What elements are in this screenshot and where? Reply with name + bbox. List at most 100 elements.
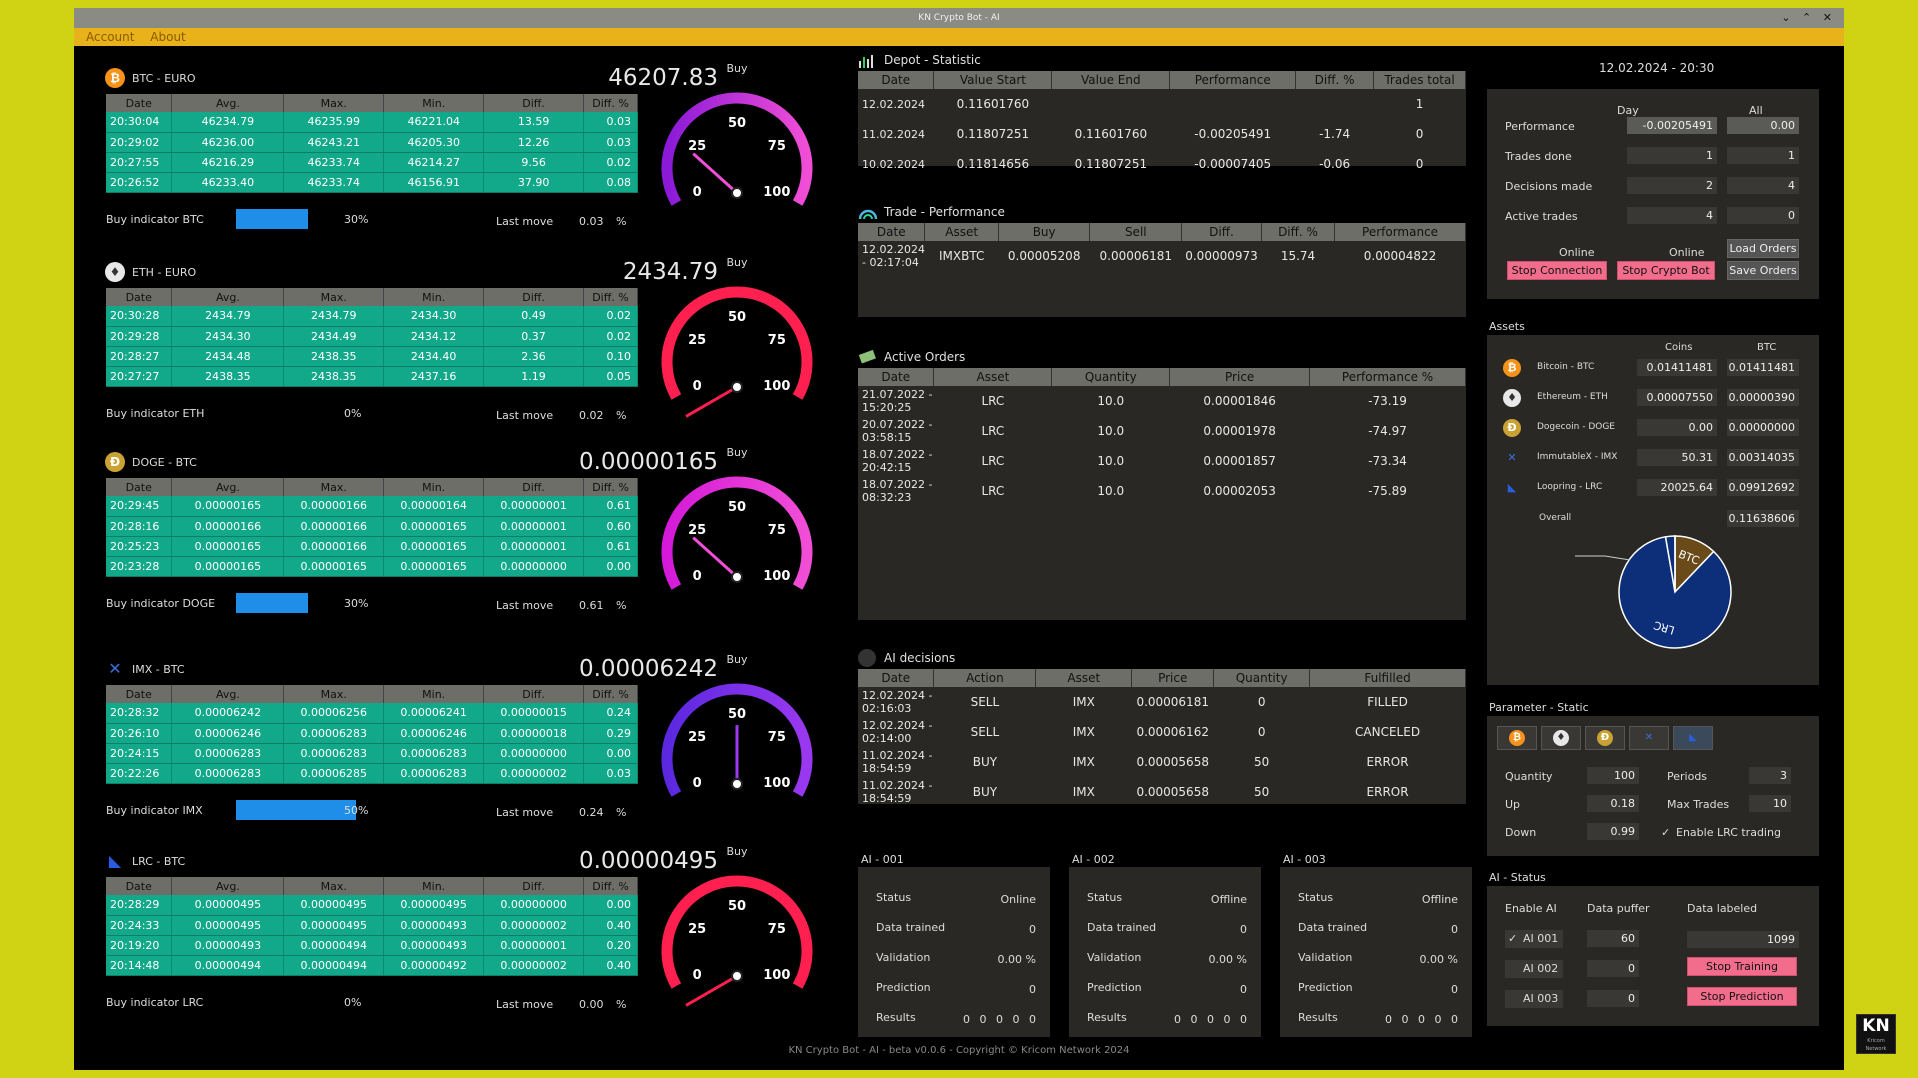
gauge-tick: 100 xyxy=(763,968,790,983)
table-cell: 0.00000494 xyxy=(283,935,385,956)
ai-col-labeled: Data labeled xyxy=(1687,902,1758,915)
window-controls[interactable]: ⌄ ⌃ ✕ xyxy=(1781,8,1836,28)
gauge-tick: 75 xyxy=(768,922,786,937)
menu-about[interactable]: About xyxy=(150,30,185,44)
param-tab-lrc[interactable]: ◣ xyxy=(1673,726,1713,750)
status-day: Online xyxy=(1559,246,1595,259)
ai-status-title: AI - Status xyxy=(1489,871,1546,884)
active-orders-panel: Date Asset Quantity Price Performance % 21.07… xyxy=(858,368,1466,620)
stop-prediction-button[interactable]: Stop Prediction xyxy=(1687,987,1797,1006)
param-tab-btc[interactable]: ₿ xyxy=(1497,726,1537,750)
maxtrades-input[interactable]: 10 xyxy=(1749,795,1791,812)
stop-bot-button[interactable]: Stop Crypto Bot xyxy=(1617,261,1715,280)
table-cell: 0.02 xyxy=(583,152,638,173)
gauge-hub xyxy=(731,571,743,583)
ai-enable-toggle[interactable]: ✓ AI 001 xyxy=(1505,930,1563,948)
ai-enable-toggle[interactable]: AI 003 xyxy=(1505,990,1563,1008)
table-cell: 0.60 xyxy=(583,516,638,537)
table-cell: 0.00000000 xyxy=(483,743,585,764)
datetime: 12.02.2024 - 20:30 xyxy=(1599,61,1715,75)
last-move-label: Last move xyxy=(496,806,554,819)
table-cell: 0.00000165 xyxy=(171,556,285,577)
column-header: Min. xyxy=(383,288,485,306)
pair-price-table: Date Avg. Max. Min. Diff. Diff. % 20:28:29 0.00… xyxy=(106,877,638,976)
gauge-tick: 25 xyxy=(688,523,706,538)
last-move-label: Last move xyxy=(496,998,554,1011)
asset-coins: 0.01411481 xyxy=(1637,359,1717,376)
ai-enable-toggle[interactable]: AI 002 xyxy=(1505,960,1563,978)
column-header: Performance xyxy=(1169,71,1297,89)
table-cell: 0.24 xyxy=(583,703,638,724)
table-cell: 0.00006162 xyxy=(1136,725,1209,739)
assets-panel: Coins BTC ₿ Bitcoin - BTC 0.01411481 0.0141… xyxy=(1487,335,1819,685)
menu-account[interactable]: Account xyxy=(86,30,134,44)
param-tab-imx[interactable]: ✕ xyxy=(1629,726,1669,750)
table-cell: -1.74 xyxy=(1319,127,1351,141)
ai-field-value: 0.00 % xyxy=(1419,953,1458,966)
periods-input[interactable]: 3 xyxy=(1749,767,1791,784)
save-orders-button[interactable]: Save Orders xyxy=(1727,261,1799,280)
stop-connection-button[interactable]: Stop Connection xyxy=(1507,261,1607,280)
table-cell: 20:19:20 xyxy=(106,935,173,956)
ai-name: AI 001 xyxy=(1523,932,1559,945)
table-cell: ERROR xyxy=(1366,785,1409,799)
table-cell: 0.10 xyxy=(583,346,639,367)
down-input[interactable]: 0.99 xyxy=(1587,823,1639,840)
column-header: Diff. xyxy=(483,94,585,112)
ai-field-value: 0.00 % xyxy=(997,953,1036,966)
stat-day-value: 4 xyxy=(1627,207,1717,224)
table-cell: 0.00006283 xyxy=(171,743,285,764)
up-input[interactable]: 0.18 xyxy=(1587,795,1639,812)
table-cell: 2434.40 xyxy=(383,346,485,367)
ai-field-label: Results xyxy=(1298,1011,1338,1024)
stat-label: Performance xyxy=(1505,120,1575,133)
last-move-unit: % xyxy=(616,409,627,422)
ai-brain-icon xyxy=(858,649,876,667)
table-cell: 0.00006241 xyxy=(383,703,485,724)
gauge-tick: 25 xyxy=(688,139,706,154)
ai-field-label: Validation xyxy=(876,951,931,964)
eth-icon: ♦ xyxy=(1553,730,1569,746)
gauge-tick: 0 xyxy=(693,379,702,394)
table-cell: 20:24:33 xyxy=(106,915,173,936)
column-header: Performance % xyxy=(1309,368,1466,386)
table-cell: 46233.74 xyxy=(283,152,385,173)
table-cell: 18.07.2022 - 08:32:23 xyxy=(862,478,933,504)
table-row: 12.02.2024 - 02:14:00 SELL IMX 0.00006162 0 C… xyxy=(858,717,1466,747)
table-cell: 0.00000001 xyxy=(483,935,585,956)
stop-training-button[interactable]: Stop Training xyxy=(1687,957,1797,976)
quantity-input[interactable]: 100 xyxy=(1587,767,1639,784)
column-header: Diff. xyxy=(483,685,585,703)
table-cell: 9.56 xyxy=(483,152,585,173)
pair-title: DOGE - BTC xyxy=(132,456,197,469)
column-header: Diff. % xyxy=(1295,71,1375,89)
buy-indicator-pct: 0% xyxy=(344,996,362,1009)
asset-coins: 50.31 xyxy=(1637,449,1717,466)
param-tab-eth[interactable]: ♦ xyxy=(1541,726,1581,750)
pair-price-table: Date Avg. Max. Min. Diff. Diff. % 20:28:32 0.00… xyxy=(106,685,638,784)
stat-all-value: 0 xyxy=(1727,207,1799,224)
eth-icon: ♦ xyxy=(1503,389,1521,407)
gauge-label: Buy xyxy=(726,653,748,666)
gauge-tick: 75 xyxy=(768,730,786,745)
param-tab-doge[interactable]: Ð xyxy=(1585,726,1625,750)
enable-lrc-checkbox[interactable]: ✓ xyxy=(1661,826,1670,839)
load-orders-button[interactable]: Load Orders xyxy=(1727,239,1799,258)
column-header: Avg. xyxy=(171,94,285,112)
table-cell: 10.0 xyxy=(1097,454,1125,468)
table-row: 20.07.2022 - 03:58:15 LRC 10.0 0.00001978 -7… xyxy=(858,416,1466,446)
column-header: Quantity xyxy=(1213,669,1311,687)
buy-indicator-pct: 0% xyxy=(344,407,362,420)
gauge-tick: 25 xyxy=(688,333,706,348)
table-cell: 2434.79 xyxy=(171,306,285,327)
ai-field-label: Prediction xyxy=(1298,981,1353,994)
table-cell: 0.00000495 xyxy=(283,895,385,916)
ai-field-label: Validation xyxy=(1298,951,1353,964)
column-header: Diff. % xyxy=(583,478,638,496)
column-header: Avg. xyxy=(171,288,285,306)
column-header: Max. xyxy=(283,288,385,306)
table-cell: LRC xyxy=(981,394,1005,408)
column-header: Max. xyxy=(283,478,385,496)
column-header: Price xyxy=(1169,368,1311,386)
ai-col-enable: Enable AI xyxy=(1505,902,1557,915)
